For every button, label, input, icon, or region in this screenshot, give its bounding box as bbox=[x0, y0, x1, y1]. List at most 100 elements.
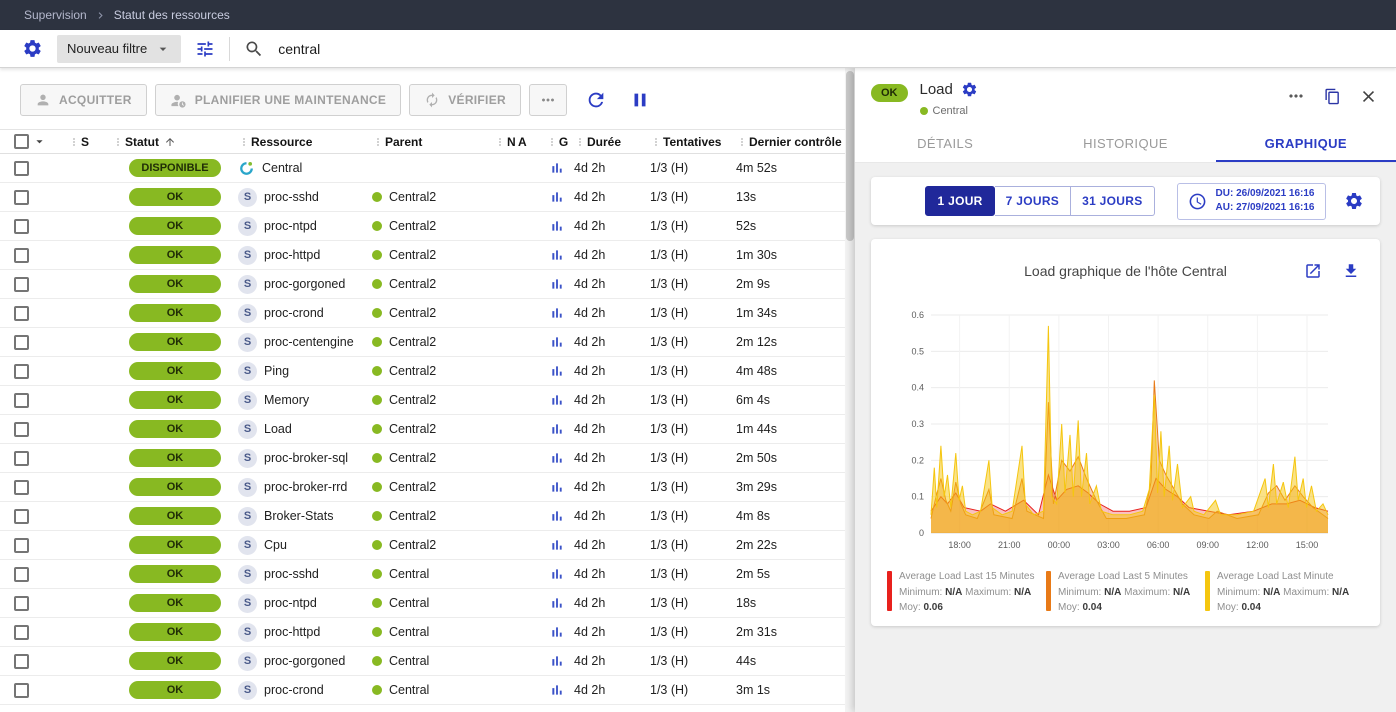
row-checkbox[interactable] bbox=[14, 248, 29, 263]
selection-menu-caret-icon[interactable] bbox=[32, 134, 47, 149]
graph-icon[interactable] bbox=[549, 450, 565, 466]
drag-handle-icon[interactable] bbox=[494, 136, 506, 148]
graph-icon[interactable] bbox=[549, 305, 565, 321]
column-header-duration[interactable]: Durée bbox=[574, 135, 650, 149]
drag-handle-icon[interactable] bbox=[650, 136, 662, 148]
row-checkbox[interactable] bbox=[14, 625, 29, 640]
acknowledge-button[interactable]: ACQUITTER bbox=[20, 84, 147, 116]
graph-icon[interactable] bbox=[549, 247, 565, 263]
table-row[interactable]: DISPONIBLE S Central bbox=[0, 154, 845, 183]
range-31-days-button[interactable]: 31 JOURS bbox=[1071, 186, 1154, 216]
table-row[interactable]: OK S proc-ntpd Central bbox=[0, 589, 845, 618]
table-scrollbar[interactable] bbox=[845, 68, 855, 712]
table-row[interactable]: OK S proc-gorgoned Central2 bbox=[0, 270, 845, 299]
column-header-parent[interactable]: Parent bbox=[372, 135, 494, 149]
row-checkbox[interactable] bbox=[14, 364, 29, 379]
row-checkbox[interactable] bbox=[14, 451, 29, 466]
table-row[interactable]: OK S Memory Central2 bbox=[0, 386, 845, 415]
graph-icon[interactable] bbox=[549, 479, 565, 495]
breadcrumb-section[interactable]: Supervision bbox=[24, 8, 87, 22]
resource-settings-gear-icon[interactable] bbox=[961, 81, 978, 98]
check-button[interactable]: VÉRIFIER bbox=[409, 84, 521, 116]
column-header-tries[interactable]: Tentatives bbox=[650, 135, 736, 149]
table-row[interactable]: OK S proc-ntpd Central2 bbox=[0, 212, 845, 241]
graph-icon[interactable] bbox=[549, 508, 565, 524]
panel-more-icon[interactable] bbox=[1286, 86, 1306, 106]
table-row[interactable]: OK S proc-sshd Central2 bbox=[0, 183, 845, 212]
close-panel-icon[interactable] bbox=[1359, 87, 1378, 106]
table-row[interactable]: OK S Ping Central2 bbox=[0, 357, 845, 386]
graph-icon[interactable] bbox=[549, 160, 565, 176]
graph-icon[interactable] bbox=[549, 218, 565, 234]
drag-handle-icon[interactable] bbox=[736, 136, 748, 148]
graph-settings-gear-icon[interactable] bbox=[1344, 191, 1364, 211]
graph-icon[interactable] bbox=[549, 537, 565, 553]
graph-icon[interactable] bbox=[549, 421, 565, 437]
row-checkbox[interactable] bbox=[14, 190, 29, 205]
table-row[interactable]: OK S proc-broker-sql Central2 bbox=[0, 444, 845, 473]
drag-handle-icon[interactable] bbox=[372, 136, 384, 148]
column-header-acknowledged[interactable]: A bbox=[518, 135, 540, 149]
table-row[interactable]: OK S proc-gorgoned Central bbox=[0, 647, 845, 676]
column-header-severity[interactable]: S bbox=[48, 135, 112, 149]
table-row[interactable]: OK S proc-crond Central2 bbox=[0, 299, 845, 328]
download-icon[interactable] bbox=[1342, 262, 1360, 280]
row-checkbox[interactable] bbox=[14, 335, 29, 350]
table-row[interactable]: OK S proc-crond Central bbox=[0, 676, 845, 705]
open-in-new-icon[interactable] bbox=[1304, 262, 1322, 280]
graph-icon[interactable] bbox=[549, 624, 565, 640]
drag-handle-icon[interactable] bbox=[238, 136, 250, 148]
graph-icon[interactable] bbox=[549, 363, 565, 379]
table-row[interactable]: OK S proc-httpd Central2 bbox=[0, 241, 845, 270]
range-1-day-button[interactable]: 1 JOUR bbox=[925, 186, 994, 216]
graph-icon[interactable] bbox=[549, 189, 565, 205]
row-checkbox[interactable] bbox=[14, 538, 29, 553]
graph-icon[interactable] bbox=[549, 682, 565, 698]
date-range-picker[interactable]: DU: 26/09/2021 16:16 AU: 27/09/2021 16:1… bbox=[1177, 183, 1326, 220]
row-checkbox[interactable] bbox=[14, 596, 29, 611]
legend-item[interactable]: Average Load Last 15 MinutesMinimum: N/A… bbox=[887, 569, 1046, 616]
row-checkbox[interactable] bbox=[14, 567, 29, 582]
column-header-status[interactable]: Statut bbox=[112, 135, 238, 149]
tab-history[interactable]: HISTORIQUE bbox=[1035, 123, 1215, 162]
advanced-filters-icon[interactable] bbox=[195, 39, 215, 59]
legend-item[interactable]: Average Load Last 5 MinutesMinimum: N/A … bbox=[1046, 569, 1205, 616]
row-checkbox[interactable] bbox=[14, 422, 29, 437]
copy-link-icon[interactable] bbox=[1324, 88, 1341, 105]
refresh-button[interactable] bbox=[581, 85, 611, 115]
drag-handle-icon[interactable] bbox=[112, 136, 124, 148]
row-checkbox[interactable] bbox=[14, 480, 29, 495]
graph-icon[interactable] bbox=[549, 392, 565, 408]
select-all-checkbox[interactable] bbox=[14, 134, 29, 149]
row-checkbox[interactable] bbox=[14, 509, 29, 524]
filter-preset-dropdown[interactable]: Nouveau filtre bbox=[57, 35, 181, 63]
graph-icon[interactable] bbox=[549, 653, 565, 669]
table-row[interactable]: OK S Load Central2 bbox=[0, 415, 845, 444]
set-downtime-button[interactable]: PLANIFIER UNE MAINTENANCE bbox=[155, 84, 402, 116]
column-header-notifications[interactable]: N bbox=[494, 135, 518, 149]
row-checkbox[interactable] bbox=[14, 683, 29, 698]
table-row[interactable]: OK S proc-broker-rrd Central2 bbox=[0, 473, 845, 502]
pause-autorefresh-button[interactable] bbox=[625, 85, 655, 115]
filter-settings-gear-icon[interactable] bbox=[22, 38, 43, 59]
search-input[interactable] bbox=[278, 41, 698, 57]
column-header-resource[interactable]: Ressource bbox=[238, 135, 372, 149]
table-row[interactable]: OK S Broker-Stats Central2 bbox=[0, 502, 845, 531]
column-header-last-check[interactable]: Dernier contrôle bbox=[736, 135, 845, 149]
row-checkbox[interactable] bbox=[14, 277, 29, 292]
graph-icon[interactable] bbox=[549, 566, 565, 582]
row-checkbox[interactable] bbox=[14, 306, 29, 321]
row-checkbox[interactable] bbox=[14, 219, 29, 234]
row-checkbox[interactable] bbox=[14, 654, 29, 669]
legend-item[interactable]: Average Load Last MinuteMinimum: N/A Max… bbox=[1205, 569, 1364, 616]
table-row[interactable]: OK S Cpu Central2 bbox=[0, 531, 845, 560]
row-checkbox[interactable] bbox=[14, 161, 29, 176]
graph-icon[interactable] bbox=[549, 334, 565, 350]
tab-graph[interactable]: GRAPHIQUE bbox=[1216, 123, 1396, 162]
graph-icon[interactable] bbox=[549, 276, 565, 292]
column-header-graph[interactable]: G bbox=[540, 135, 574, 149]
drag-handle-icon[interactable] bbox=[546, 136, 558, 148]
table-row[interactable]: OK S proc-centengine Central2 bbox=[0, 328, 845, 357]
row-checkbox[interactable] bbox=[14, 393, 29, 408]
scrollbar-thumb[interactable] bbox=[846, 71, 854, 241]
